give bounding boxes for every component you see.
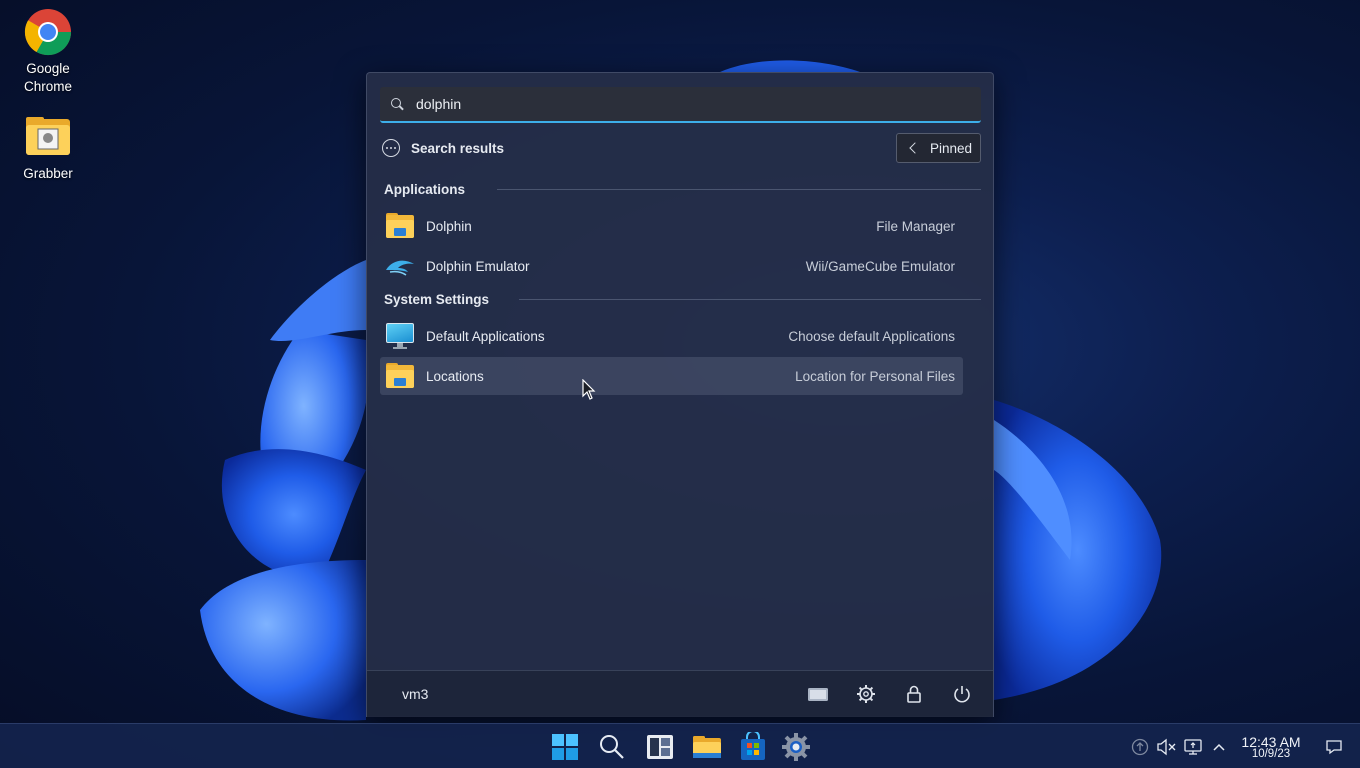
desktop-icon-label: Google — [26, 61, 70, 76]
store-icon[interactable] — [738, 730, 768, 762]
desktop-icon-grabber[interactable]: Grabber — [3, 113, 93, 183]
clock-date[interactable]: 10/9/23 — [1236, 748, 1306, 760]
application-launcher: Search results Pinned Applications Dolph… — [366, 72, 994, 717]
chrome-icon — [24, 8, 72, 56]
desktop-icon-chrome[interactable]: Google Chrome — [3, 8, 93, 96]
search-icon[interactable] — [597, 732, 627, 762]
section-divider — [497, 189, 981, 190]
notification-icon[interactable] — [1325, 738, 1343, 756]
search-input[interactable] — [416, 96, 956, 112]
result-item-name: Dolphin — [426, 218, 472, 234]
launcher-footer: vm3 — [367, 670, 993, 717]
folder-icon — [24, 113, 72, 161]
system-info-icon[interactable] — [807, 683, 829, 705]
pinned-button-label: Pinned — [929, 140, 972, 156]
chevron-up-icon[interactable] — [1210, 738, 1228, 756]
folder-icon — [384, 210, 416, 242]
section-title-system-settings: System Settings — [384, 292, 490, 307]
monitor-icon — [384, 320, 416, 352]
section-title-applications: Applications — [384, 182, 466, 197]
desktop-icon-label: Chrome — [23, 79, 72, 94]
folder-icon — [384, 360, 416, 392]
result-item-dolphin[interactable]: Dolphin File Manager — [380, 207, 963, 245]
result-item-name: Default Applications — [426, 328, 545, 344]
pinned-button[interactable]: Pinned — [896, 133, 981, 163]
search-bar[interactable] — [380, 87, 981, 123]
result-item-description: Choose default Applications — [788, 328, 955, 344]
result-item-name: Dolphin Emulator — [426, 258, 530, 274]
result-item-default-applications[interactable]: Default Applications Choose default Appl… — [380, 317, 963, 355]
results-title: Search results — [411, 140, 505, 156]
start-icon[interactable] — [550, 732, 580, 762]
chevron-left-icon — [909, 142, 921, 154]
network-icon[interactable] — [1184, 738, 1202, 756]
result-item-description: Location for Personal Files — [795, 368, 955, 384]
result-item-name: Locations — [426, 368, 484, 384]
lock-icon[interactable] — [903, 683, 925, 705]
result-item-description: File Manager — [876, 218, 955, 234]
search-icon — [390, 97, 404, 111]
panel-icon[interactable] — [645, 732, 675, 762]
section-divider — [519, 299, 981, 300]
file-manager-icon[interactable] — [692, 732, 722, 762]
result-item-dolphin-emulator[interactable]: Dolphin Emulator Wii/GameCube Emulator — [380, 247, 963, 285]
settings-icon[interactable] — [781, 732, 811, 762]
taskbar: 12:43 AM 10/9/23 — [0, 723, 1360, 768]
result-item-description: Wii/GameCube Emulator — [805, 258, 955, 274]
dolphin-icon — [384, 250, 416, 282]
more-icon — [382, 139, 400, 157]
power-icon[interactable] — [951, 683, 973, 705]
volume-muted-icon[interactable] — [1156, 738, 1176, 756]
mouse-cursor-icon — [582, 379, 596, 400]
settings-icon[interactable] — [855, 683, 877, 705]
update-icon[interactable] — [1131, 738, 1149, 756]
result-item-locations[interactable]: Locations Location for Personal Files — [380, 357, 963, 395]
desktop-icon-label: Grabber — [23, 166, 73, 181]
results-header: Search results — [382, 138, 504, 158]
user-name: vm3 — [402, 686, 429, 702]
